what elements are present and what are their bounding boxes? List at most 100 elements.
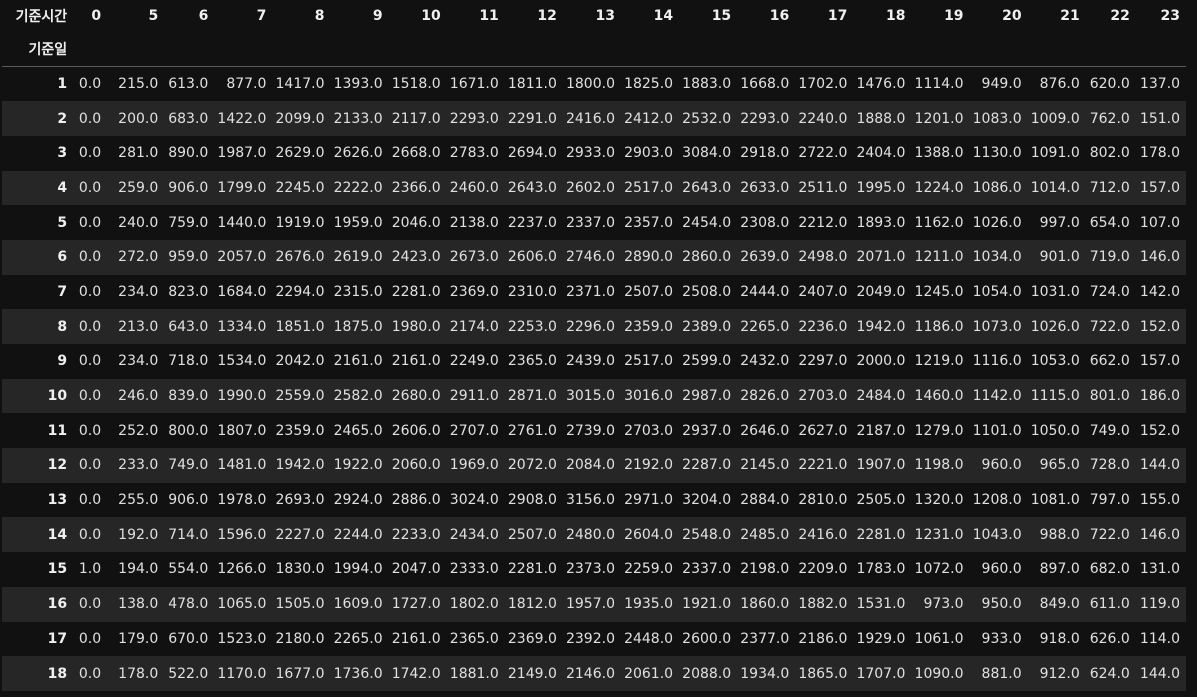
table-cell: 728.0 (1089, 457, 1130, 474)
column-header-spacer (969, 32, 1028, 67)
table-cell: 2227.0 (275, 526, 325, 543)
table-cell: 213.0 (118, 318, 159, 335)
table-cell: 1707.0 (856, 665, 906, 682)
table-cell: 2924.0 (333, 492, 383, 509)
table-cell: 2369.0 (507, 630, 557, 647)
table-cell: 718.0 (168, 353, 209, 370)
table-cell: 2643.0 (507, 179, 557, 196)
column-header-spacer (1085, 32, 1136, 67)
table-cell: 1009.0 (1030, 110, 1080, 127)
table-cell: 849.0 (1039, 596, 1080, 613)
table-cell: 1014.0 (1030, 179, 1080, 196)
table-cell: 2369.0 (449, 283, 499, 300)
table-cell: 2676.0 (275, 249, 325, 266)
table-cell: 0.0 (78, 179, 102, 196)
table-cell: 2042.0 (275, 353, 325, 370)
table-cell: 2046.0 (391, 214, 441, 231)
table-cell: 906.0 (168, 179, 209, 196)
table-cell: 0.0 (78, 492, 102, 509)
table-cell: 2826.0 (740, 388, 790, 405)
table-cell: 2606.0 (507, 249, 557, 266)
table-cell: 918.0 (1039, 630, 1080, 647)
table-cell: 1851.0 (275, 318, 325, 335)
column-header-spacer (504, 32, 563, 67)
table-cell: 107.0 (1139, 214, 1180, 231)
table-cell: 192.0 (118, 526, 159, 543)
table-cell: 960.0 (981, 457, 1022, 474)
table-cell: 2703.0 (798, 388, 848, 405)
table-cell: 2060.0 (391, 457, 441, 474)
table-cell: 1115.0 (1030, 388, 1080, 405)
table-cell: 2244.0 (333, 526, 383, 543)
table-cell: 272.0 (118, 249, 159, 266)
table-cell: 144.0 (1139, 457, 1180, 474)
table-cell: 749.0 (1089, 422, 1130, 439)
table-cell: 2627.0 (798, 422, 848, 439)
table-cell: 1893.0 (856, 214, 906, 231)
table-row: 15 1.0 194.0 554.0 1266.0 1830.0 1994.0 2047.0 2… (2, 552, 1186, 587)
table-cell: 2222.0 (333, 179, 383, 196)
table-cell: 2221.0 (798, 457, 848, 474)
table-cell: 0.0 (78, 422, 102, 439)
table-cell: 2693.0 (275, 492, 325, 509)
table-cell: 0.0 (78, 353, 102, 370)
table-cell: 1802.0 (449, 596, 499, 613)
row-index: 3 (57, 145, 68, 162)
table-cell: 2161.0 (333, 353, 383, 370)
table-cell: 1086.0 (972, 179, 1022, 196)
table-row: 4 0.0 259.0 906.0 1799.0 2245.0 2222.0 2366.0 24… (2, 170, 1186, 206)
table-cell: 246.0 (118, 388, 159, 405)
index-name-row: 기준일 (2, 32, 1186, 67)
table-cell: 1130.0 (972, 145, 1022, 162)
table-cell: 252.0 (118, 422, 159, 439)
table-cell: 0.0 (78, 76, 102, 93)
table-cell: 1320.0 (914, 492, 964, 509)
table-body: 1 0.0 215.0 613.0 877.0 1417.0 1393.0 1518.0 167… (2, 67, 1186, 691)
table-cell: 2281.0 (391, 283, 441, 300)
table-cell: 178.0 (1139, 145, 1180, 162)
table-cell: 2161.0 (391, 353, 441, 370)
column-header-row: 기준시간 0 5 6 7 8 9 10 11 12 13 14 15 16 17 18 19 20 21 22 23 (2, 0, 1186, 32)
table-cell: 2259.0 (624, 561, 674, 578)
table-cell: 0.0 (78, 596, 102, 613)
table-cell: 2582.0 (333, 388, 383, 405)
column-header-spacer (107, 32, 165, 67)
table-cell: 762.0 (1089, 110, 1130, 127)
table-row: 11 0.0 252.0 800.0 1807.0 2359.0 2465.0 2606.0 2… (2, 413, 1186, 448)
row-index: 4 (57, 179, 68, 196)
table-cell: 800.0 (168, 422, 209, 439)
table-cell: 1211.0 (914, 249, 964, 266)
table-cell: 2377.0 (740, 630, 790, 647)
table-cell: 2434.0 (449, 526, 499, 543)
table-cell: 2198.0 (740, 561, 790, 578)
table-cell: 2761.0 (507, 422, 557, 439)
table-cell: 2281.0 (856, 526, 906, 543)
table-cell: 1219.0 (914, 353, 964, 370)
table-cell: 2911.0 (449, 388, 499, 405)
table-row: 5 0.0 240.0 759.0 1440.0 1919.0 1959.0 2046.0 21… (2, 205, 1186, 240)
table-cell: 259.0 (118, 179, 159, 196)
column-header-spacer (562, 32, 621, 67)
table-cell: 2439.0 (565, 353, 615, 370)
table-cell: 1090.0 (914, 665, 964, 682)
column-header: 15 (711, 8, 732, 24)
table-cell: 1812.0 (507, 596, 557, 613)
table-cell: 1921.0 (682, 596, 732, 613)
table-cell: 0.0 (78, 214, 102, 231)
table-cell: 988.0 (1039, 526, 1080, 543)
table-cell: 522.0 (168, 665, 209, 682)
table-cell: 2265.0 (333, 630, 383, 647)
table-cell: 2407.0 (798, 283, 848, 300)
column-header-spacer (911, 32, 970, 67)
row-index: 1 (57, 76, 68, 93)
table-cell: 2000.0 (856, 353, 906, 370)
table-cell: 2049.0 (856, 283, 906, 300)
table-cell: 2484.0 (856, 388, 906, 405)
row-index: 14 (47, 526, 68, 543)
table-cell: 965.0 (1039, 457, 1080, 474)
table-cell: 2886.0 (391, 492, 441, 509)
table-cell: 2359.0 (624, 318, 674, 335)
table-cell: 2884.0 (740, 492, 790, 509)
table-cell: 2337.0 (682, 561, 732, 578)
table-cell: 2192.0 (624, 457, 674, 474)
